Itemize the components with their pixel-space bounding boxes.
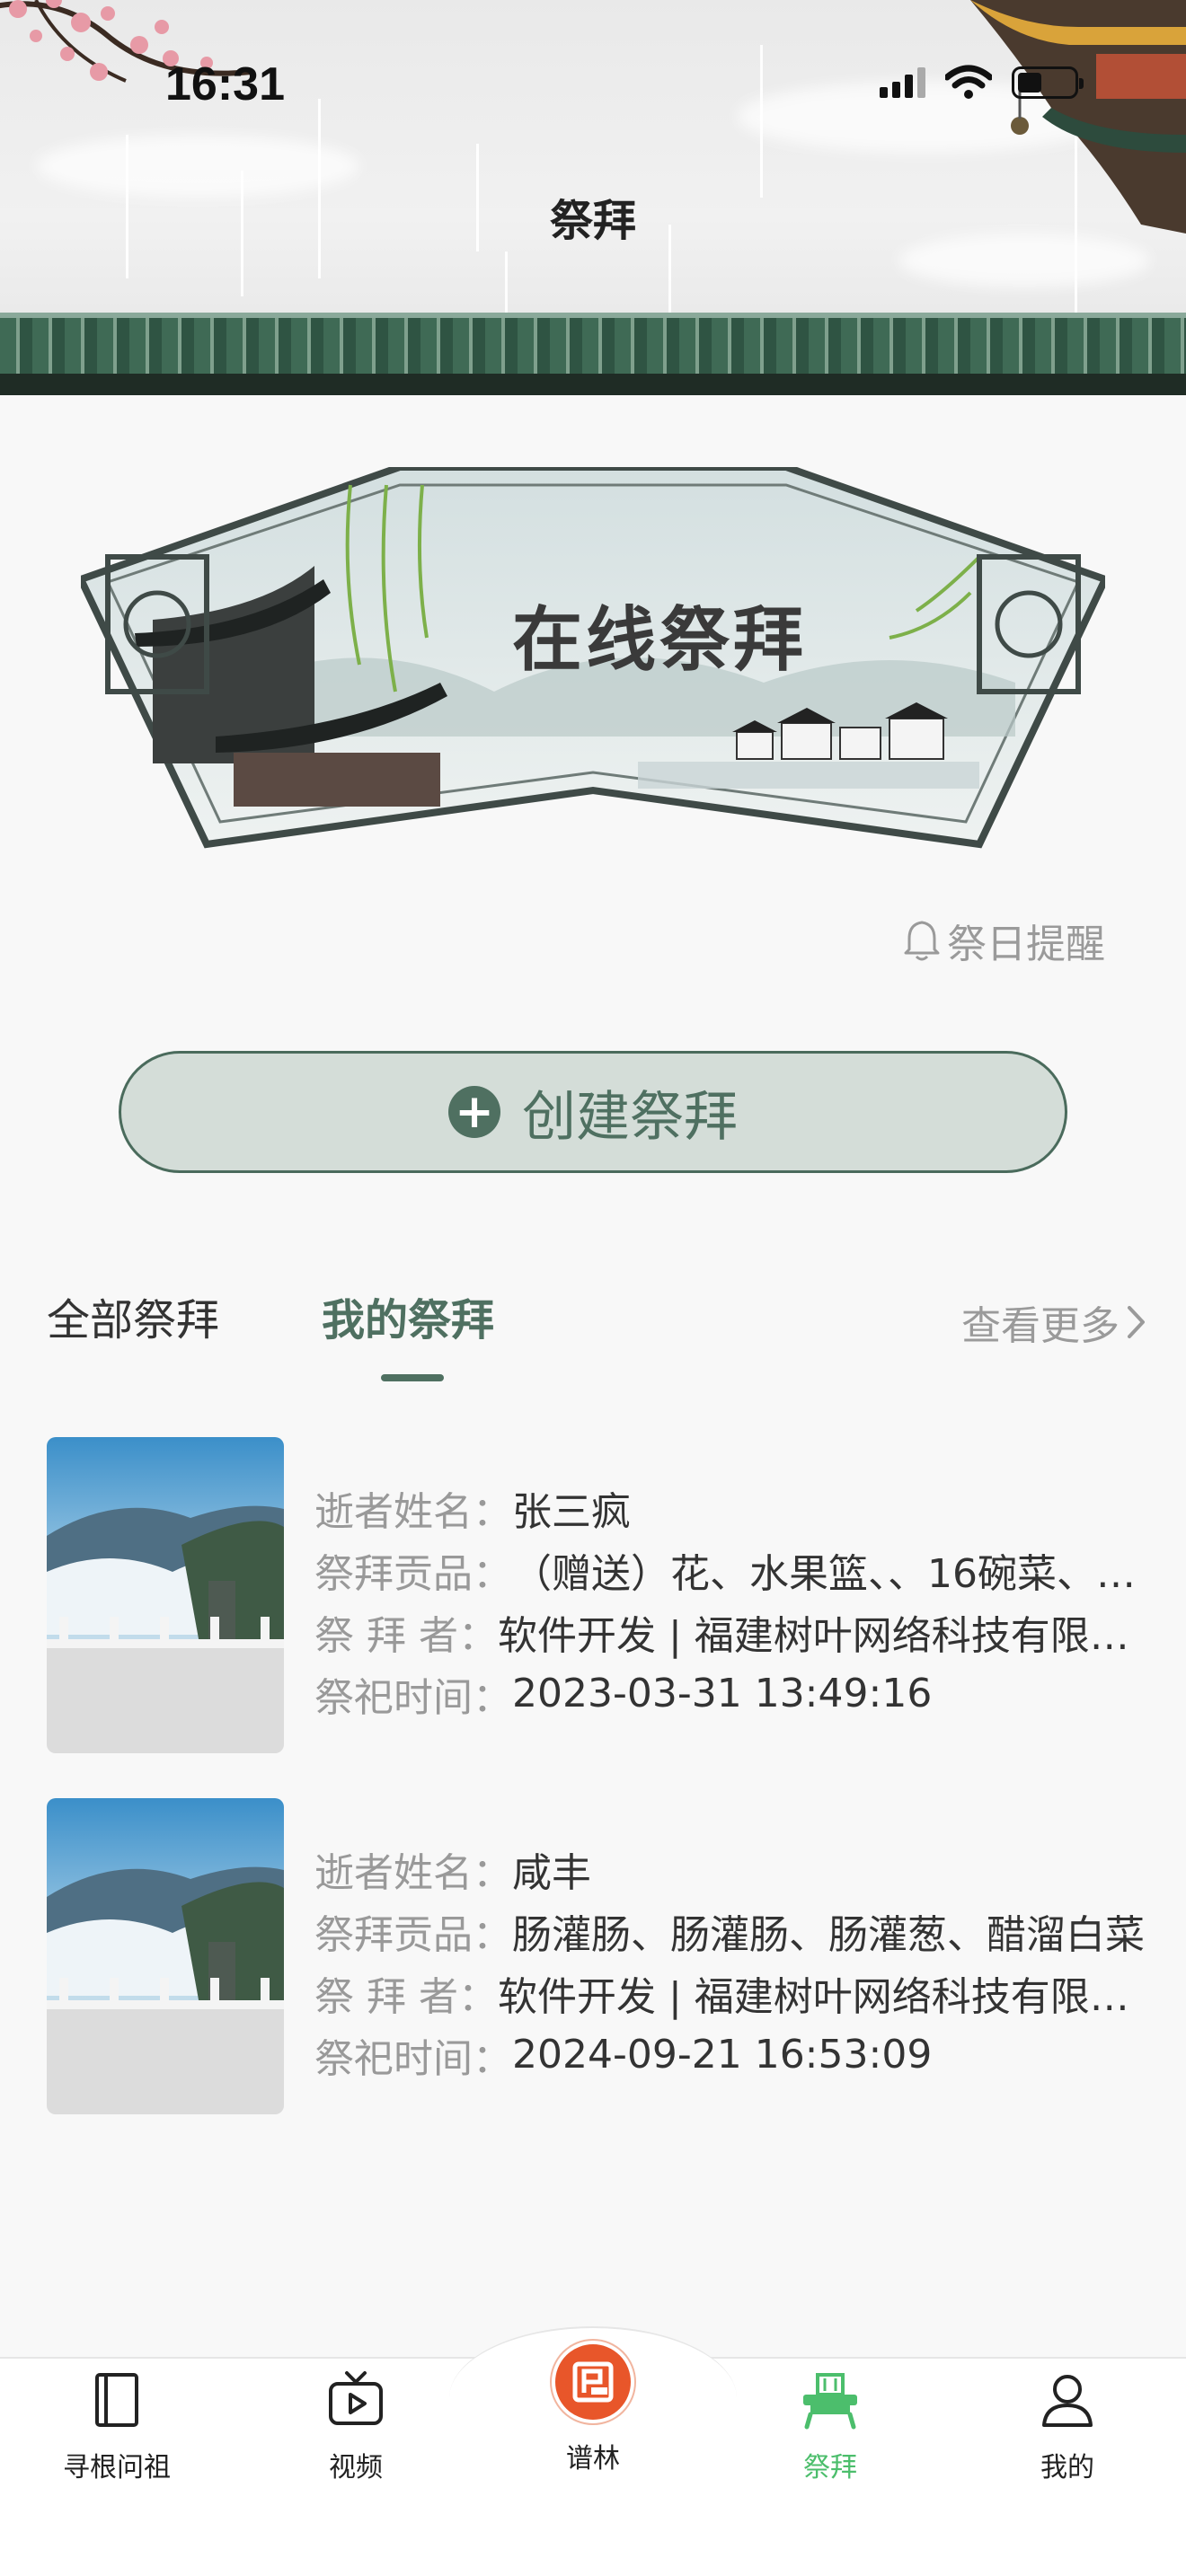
nav-label: 寻根问祖 xyxy=(63,2452,171,2483)
deceased-name-label: 逝者姓名： xyxy=(314,1488,512,1535)
worshiper-label: 祭 拜 者： xyxy=(314,1612,498,1659)
signal-icon xyxy=(880,67,925,98)
deceased-name-label: 逝者姓名： xyxy=(314,1849,512,1896)
header-scene: 16:31 祭拜 xyxy=(0,0,1186,395)
offering-label: 祭拜贡品： xyxy=(314,1550,512,1597)
worship-time-label: 祭祀时间： xyxy=(314,2035,512,2082)
wifi-icon xyxy=(945,65,992,99)
offering-label: 祭拜贡品： xyxy=(314,1911,512,1958)
record-info: 逝者姓名： 张三疯 祭拜贡品： （赠送）花、水果篮、、16碗菜、福饼 祭 拜 者：软… xyxy=(314,1477,1159,1725)
tab-my-worship[interactable]: 我的祭拜 xyxy=(322,1284,494,1347)
worship-record[interactable]: 逝者姓名： 咸丰 祭拜贡品： 肠灌肠、肠灌肠、肠灌葱、醋溜白菜 祭 拜 者： 软件开发… xyxy=(47,1798,1159,2114)
chevron-right-icon xyxy=(1128,1306,1145,1338)
deceased-name: 咸丰 xyxy=(512,1849,591,1896)
nav-item-video[interactable]: 视频 xyxy=(266,2368,446,2484)
nav-label: 祭拜 xyxy=(803,2452,857,2483)
deceased-name: 张三疯 xyxy=(512,1488,631,1535)
nav-label: 我的 xyxy=(1040,2452,1094,2483)
tab-all-worship[interactable]: 全部祭拜 xyxy=(47,1284,219,1347)
battery-icon xyxy=(1012,66,1084,99)
worship-tabs: 全部祭拜 我的祭拜 查看更多 xyxy=(0,1284,1186,1392)
offering-value: 肠灌肠、肠灌肠、肠灌葱、醋溜白菜 xyxy=(512,1911,1145,1958)
worshiper-value: 软件开发 | 福建树叶网络科技有限公司 xyxy=(497,1612,1159,1659)
create-worship-label: 创建祭拜 xyxy=(522,1085,738,1149)
worship-time-label: 祭祀时间： xyxy=(314,1674,512,1721)
worshiper-value: 软件开发 | 福建树叶网络科技有限公司 xyxy=(497,1973,1159,2020)
bell-icon xyxy=(904,921,940,961)
nav-item-pulin[interactable]: 谱林 xyxy=(503,2341,683,2475)
roof-tiles-image xyxy=(0,313,1186,395)
view-more-label: 查看更多 xyxy=(961,1303,1120,1349)
record-thumbnail xyxy=(47,1798,284,2114)
page-title: 祭拜 xyxy=(549,196,636,246)
tv-icon xyxy=(329,2371,383,2425)
altar-icon xyxy=(803,2373,857,2430)
reminder-link[interactable]: 祭日提醒 xyxy=(902,912,1105,969)
worship-record[interactable]: 逝者姓名： 张三疯 祭拜贡品： （赠送）花、水果篮、、16碗菜、福饼 祭 拜 者：软… xyxy=(47,1437,1159,1753)
offering-value: （赠送）花、水果篮、、16碗菜、福饼 xyxy=(512,1550,1159,1597)
book-icon xyxy=(95,2373,138,2427)
banner-title: 在线祭拜 xyxy=(512,599,808,681)
reminder-label: 祭日提醒 xyxy=(947,922,1105,967)
nav-label: 视频 xyxy=(329,2452,383,2483)
worship-time-value: 2024-09-21 16:53:09 xyxy=(512,2032,933,2078)
worshiper-label: 祭 拜 者： xyxy=(314,1973,498,2020)
pulin-logo-icon xyxy=(552,2341,634,2423)
nav-label: 谱林 xyxy=(566,2443,620,2475)
active-tab-indicator xyxy=(381,1374,444,1381)
nav-item-mine[interactable]: 我的 xyxy=(978,2368,1157,2484)
person-icon xyxy=(1042,2375,1093,2427)
status-icons xyxy=(880,65,1084,101)
nav-item-worship[interactable]: 祭拜 xyxy=(740,2368,920,2484)
record-thumbnail xyxy=(47,1437,284,1753)
create-worship-button[interactable]: + 创建祭拜 xyxy=(119,1051,1067,1173)
plus-circle-icon: + xyxy=(448,1086,500,1138)
status-time: 16:31 xyxy=(165,58,285,110)
record-info: 逝者姓名： 咸丰 祭拜贡品： 肠灌肠、肠灌肠、肠灌葱、醋溜白菜 祭 拜 者： 软件开发… xyxy=(314,1838,1159,2086)
worship-time-value: 2023-03-31 13:49:16 xyxy=(512,1671,933,1716)
nav-item-ancestry[interactable]: 寻根问祖 xyxy=(27,2368,207,2484)
view-more-link[interactable]: 查看更多 xyxy=(961,1293,1148,1351)
